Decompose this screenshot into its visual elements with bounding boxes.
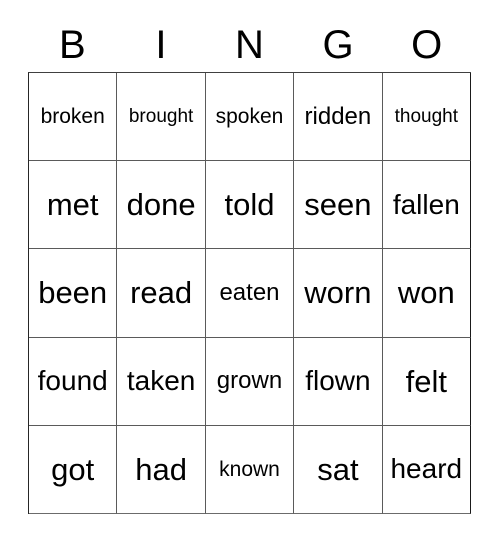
bingo-cell[interactable]: sat <box>294 425 383 514</box>
bingo-cell-word: brought <box>128 106 194 128</box>
bingo-cell-word: taken <box>126 365 196 397</box>
bingo-cell[interactable]: fallen <box>382 161 471 250</box>
bingo-cell[interactable]: brought <box>117 73 206 162</box>
bingo-cell-word: heard <box>390 453 463 485</box>
bingo-header-letter-n: N <box>235 23 264 67</box>
bingo-cell-word: found <box>37 365 108 397</box>
bingo-header-letter-b: B <box>58 23 86 67</box>
bingo-cell-word: met <box>46 187 99 223</box>
bingo-cell-word: had <box>135 451 187 487</box>
bingo-cell-word: spoken <box>215 105 284 129</box>
bingo-cell-word: broken <box>40 105 105 129</box>
bingo-grid: broken brought spoken ridden thought met done t… <box>28 72 471 514</box>
bingo-cell[interactable]: won <box>382 249 471 338</box>
bingo-cell[interactable]: done <box>117 161 206 250</box>
bingo-header-letter-o: O <box>411 23 443 67</box>
bingo-cell-word: flown <box>305 365 371 397</box>
bingo-cell-word: sat <box>317 451 359 487</box>
bingo-cell-word: grown <box>216 367 283 395</box>
bingo-cell[interactable]: seen <box>294 161 383 250</box>
bingo-cell-word: won <box>397 275 455 311</box>
bingo-header-letter-i: I <box>155 23 167 67</box>
bingo-cell[interactable]: met <box>29 161 118 250</box>
bingo-cell[interactable]: found <box>29 337 118 426</box>
bingo-cell-word: known <box>219 457 280 481</box>
bingo-cell-word: felt <box>405 363 447 399</box>
bingo-cell[interactable]: read <box>117 249 206 338</box>
bingo-cell[interactable]: broken <box>29 73 118 162</box>
bingo-cell-word: told <box>224 187 275 223</box>
bingo-cell[interactable]: heard <box>382 425 471 514</box>
bingo-cell[interactable]: ridden <box>294 73 383 162</box>
bingo-cell[interactable]: got <box>29 425 118 514</box>
bingo-cell[interactable]: eaten <box>205 249 295 338</box>
bingo-cell[interactable]: felt <box>382 337 471 426</box>
bingo-cell[interactable]: thought <box>382 73 471 162</box>
bingo-card: B I N G O broken brought spoken ridden thoug… <box>0 0 500 544</box>
bingo-cell-word: been <box>38 275 108 311</box>
bingo-cell-word: read <box>130 275 193 311</box>
bingo-cell-word: worn <box>304 275 372 311</box>
bingo-cell-word: eaten <box>219 278 280 306</box>
bingo-cell-word: ridden <box>304 102 372 130</box>
bingo-cell[interactable]: spoken <box>205 73 295 162</box>
bingo-cell-word: thought <box>394 106 458 128</box>
bingo-cell-word: seen <box>304 187 372 223</box>
bingo-cell-word: done <box>126 187 196 223</box>
bingo-cell-word: got <box>51 451 95 487</box>
bingo-cell[interactable]: been <box>29 249 118 338</box>
bingo-cell[interactable]: grown <box>205 337 295 426</box>
bingo-cell[interactable]: taken <box>117 337 206 426</box>
bingo-cell[interactable]: known <box>205 425 295 514</box>
bingo-header-row: B I N G O <box>28 18 471 72</box>
bingo-cell[interactable]: flown <box>294 337 383 426</box>
bingo-header-letter-g: G <box>322 23 354 67</box>
bingo-cell-word: fallen <box>392 188 460 220</box>
bingo-cell[interactable]: had <box>117 425 206 514</box>
bingo-cell[interactable]: worn <box>294 249 383 338</box>
bingo-cell[interactable]: told <box>205 161 295 250</box>
